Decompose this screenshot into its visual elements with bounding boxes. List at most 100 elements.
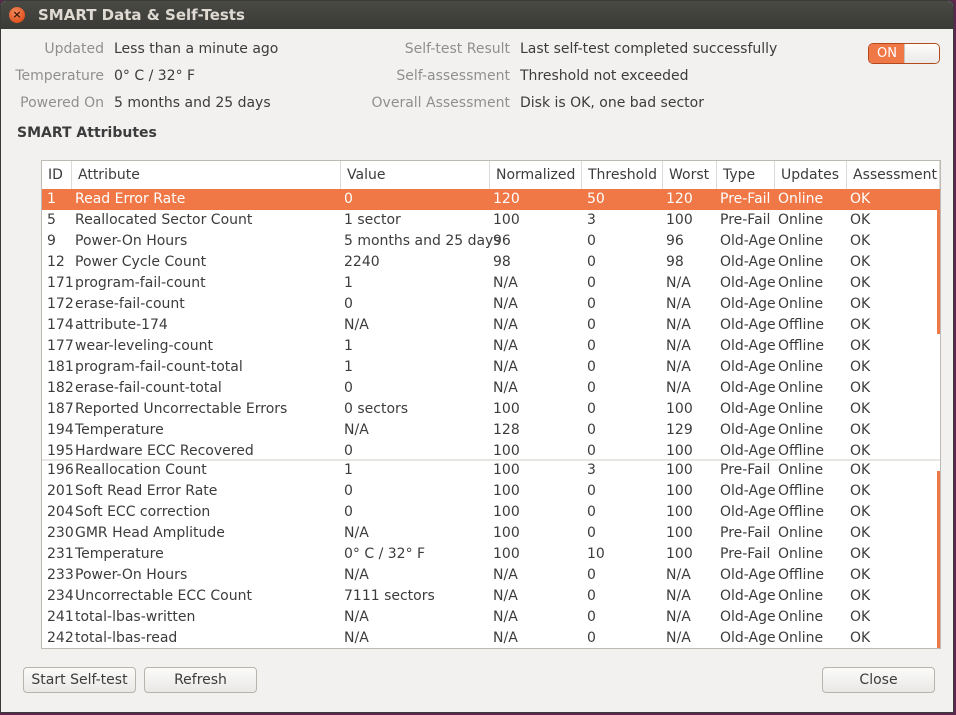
column-header-assessment[interactable]: Assessment	[847, 161, 940, 189]
cell-type: Old-Age	[720, 567, 776, 583]
cell-updates: Offline	[778, 567, 824, 583]
cell-type: Old-Age	[720, 296, 776, 312]
cell-threshold: 0	[587, 275, 596, 291]
column-header-updates[interactable]: Updates	[775, 161, 847, 189]
column-header-worst[interactable]: Worst	[663, 161, 717, 189]
cell-attribute: Read Error Rate	[75, 191, 186, 207]
cell-threshold: 0	[587, 296, 596, 312]
cell-value: 1	[344, 462, 353, 478]
cell-value: 0	[344, 380, 353, 396]
cell-type: Old-Age	[720, 275, 776, 291]
table-row[interactable]: 171 program-fail-count 1 N/A 0 N/A Old-Age Onli…	[42, 273, 940, 294]
cell-updates: Online	[778, 254, 824, 270]
table-row[interactable]: 201 Soft Read Error Rate 0 100 0 100 Old-Age Of…	[42, 481, 940, 502]
cell-type: Pre-Fail	[720, 212, 771, 228]
scroll-indicator[interactable]	[937, 471, 940, 648]
cell-value: 1	[344, 359, 353, 375]
info-label: Temperature	[15, 68, 104, 84]
column-header-id[interactable]: ID	[42, 161, 72, 189]
cell-id: 204	[47, 504, 74, 520]
cell-type: Old-Age	[720, 609, 776, 625]
table-row[interactable]: 1 Read Error Rate 0 120 50 120 Pre-Fail Online O…	[42, 189, 940, 210]
smart-enable-toggle[interactable]: ON	[868, 43, 940, 64]
table-row[interactable]: 194 Temperature N/A 128 0 129 Old-Age Online OK	[42, 420, 940, 441]
table-row[interactable]: 241 total-lbas-written N/A N/A 0 N/A Old-Age On…	[42, 607, 940, 628]
cell-normalized: N/A	[493, 609, 518, 625]
info-value: Threshold not exceeded	[520, 68, 689, 84]
column-header-attribute[interactable]: Attribute	[72, 161, 341, 189]
table-row[interactable]: 182 erase-fail-count-total 0 N/A 0 N/A Old-Age…	[42, 378, 940, 399]
start-self-test-button[interactable]: Start Self-test	[23, 667, 136, 693]
column-header-type[interactable]: Type	[717, 161, 775, 189]
cell-normalized: N/A	[493, 588, 518, 604]
table-row[interactable]: 187 Reported Uncorrectable Errors 0 sector…	[42, 399, 940, 420]
table-row[interactable]: 196 Reallocation Count 1 100 3 100 Pre-Fail Onl…	[42, 460, 940, 481]
table-row[interactable]: 242 total-lbas-read N/A N/A 0 N/A Old-Age Onlin…	[42, 628, 940, 648]
cell-worst: N/A	[666, 380, 691, 396]
table-row[interactable]: 12 Power Cycle Count 2240 98 0 98 Old-Age Onlin…	[42, 252, 940, 273]
cell-worst: 120	[666, 191, 693, 207]
window-close-icon[interactable]: ×	[9, 7, 25, 23]
cell-value: 1 sector	[344, 212, 401, 228]
toggle-knob[interactable]	[904, 44, 939, 63]
cell-assessment: OK	[850, 504, 871, 520]
cell-worst: N/A	[666, 359, 691, 375]
cell-id: 1	[47, 191, 56, 207]
table-row[interactable]: 231 Temperature 0° C / 32° F 100 10 100 Pre-Fa…	[42, 544, 940, 565]
close-button[interactable]: Close	[822, 667, 935, 693]
cell-normalized: N/A	[493, 296, 518, 312]
cell-assessment: OK	[850, 191, 871, 207]
table-row[interactable]: 181 program-fail-count-total 1 N/A 0 N/A Old-A…	[42, 357, 940, 378]
column-header-threshold[interactable]: Threshold	[582, 161, 663, 189]
cell-assessment: OK	[850, 359, 871, 375]
title-bar[interactable]: × SMART Data & Self-Tests	[1, 1, 953, 29]
table-row[interactable]: 230 GMR Head Amplitude N/A 100 0 100 Pre-Fail O…	[42, 523, 940, 544]
cell-assessment: OK	[850, 546, 871, 562]
cell-type: Pre-Fail	[720, 546, 771, 562]
column-header-normalized[interactable]: Normalized	[490, 161, 582, 189]
cell-updates: Online	[778, 630, 824, 646]
cell-worst: 129	[666, 422, 693, 438]
cell-threshold: 0	[587, 525, 596, 541]
cell-value: N/A	[344, 567, 369, 583]
table-row[interactable]: 172 erase-fail-count 0 N/A 0 N/A Old-Age Online…	[42, 294, 940, 315]
cell-normalized: 100	[493, 212, 520, 228]
cell-worst: 96	[666, 233, 684, 249]
cell-updates: Online	[778, 296, 824, 312]
info-label: Self-assessment	[396, 68, 510, 84]
table-row[interactable]: 9 Power-On Hours 5 months and 25 days 96 0 96…	[42, 231, 940, 252]
cell-attribute: total-lbas-read	[75, 630, 178, 646]
table-row[interactable]: 177 wear-leveling-count 1 N/A 0 N/A Old-Age Off…	[42, 336, 940, 357]
info-label: Updated	[44, 41, 104, 57]
cell-normalized: 98	[493, 254, 511, 270]
cell-worst: N/A	[666, 317, 691, 333]
column-header-value[interactable]: Value	[341, 161, 490, 189]
cell-type: Old-Age	[720, 630, 776, 646]
cell-assessment: OK	[850, 462, 871, 478]
cell-attribute: total-lbas-written	[75, 609, 196, 625]
cell-worst: 100	[666, 462, 693, 478]
cell-assessment: OK	[850, 525, 871, 541]
cell-threshold: 3	[587, 462, 596, 478]
cell-value: N/A	[344, 609, 369, 625]
cell-attribute: attribute-174	[75, 317, 168, 333]
cell-normalized: N/A	[493, 567, 518, 583]
cell-type: Pre-Fail	[720, 525, 771, 541]
table-row[interactable]: 234 Uncorrectable ECC Count 7111 sectors N/…	[42, 586, 940, 607]
table-row[interactable]: 204 Soft ECC correction 0 100 0 100 Old-Age Off…	[42, 502, 940, 523]
refresh-button[interactable]: Refresh	[144, 667, 257, 693]
cell-attribute: Soft Read Error Rate	[75, 483, 218, 499]
cell-threshold: 0	[587, 609, 596, 625]
cell-normalized: 96	[493, 233, 511, 249]
smart-attributes-table[interactable]: ID Attribute Value Normalized Threshold Worst…	[41, 160, 941, 649]
table-row[interactable]: 233 Power-On Hours N/A N/A 0 N/A Old-Age Offlin…	[42, 565, 940, 586]
cell-type: Old-Age	[720, 254, 776, 270]
scroll-indicator[interactable]	[937, 189, 940, 334]
table-row[interactable]: 5 Reallocated Sector Count 1 sector 100 3 100…	[42, 210, 940, 231]
cell-value: N/A	[344, 525, 369, 541]
table-row[interactable]: 174 attribute-174 N/A N/A 0 N/A Old-Age Offline…	[42, 315, 940, 336]
cell-threshold: 0	[587, 504, 596, 520]
info-overall-assessment: Overall Assessment Disk is OK, one bad s…	[301, 95, 801, 115]
cell-threshold: 0	[587, 254, 596, 270]
cell-value: 0° C / 32° F	[344, 546, 426, 562]
